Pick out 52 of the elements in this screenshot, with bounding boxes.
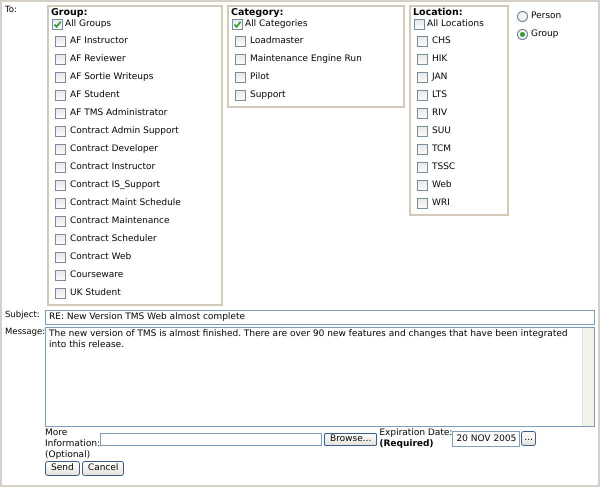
to-label: To: (5, 5, 17, 15)
checkbox-label[interactable]: Support (250, 90, 286, 100)
checkbox-label[interactable]: Contract Maintenance (70, 216, 170, 226)
group-heading: Category: (231, 7, 284, 18)
checkbox-label[interactable]: LTS (432, 90, 447, 100)
checkbox-label[interactable]: Courseware (70, 270, 124, 280)
checkbox-label[interactable]: All Categories (245, 19, 308, 30)
checkbox-label[interactable]: Contract Maint Schedule (70, 198, 181, 208)
group-heading: Group: (51, 7, 88, 18)
checkbox-label[interactable]: Contract Instructor (70, 162, 156, 172)
radio-label[interactable]: Person (531, 10, 562, 22)
checkbox-label[interactable]: Loadmaster (250, 36, 304, 46)
radio-label[interactable]: Group (531, 28, 558, 40)
form-button[interactable]: Cancel (82, 461, 124, 476)
checkbox-label[interactable]: All Groups (65, 19, 112, 30)
checkbox-label[interactable]: UK Student (70, 288, 121, 298)
checkbox-label[interactable]: HIK (432, 54, 448, 64)
checkbox-label[interactable]: CHS (432, 36, 451, 46)
message-label: Message: (5, 327, 46, 337)
message-field[interactable]: The new version of TMS is almost finished. There are over 90 new features and changes that have been integrated into this release. (45, 327, 595, 427)
subject-field[interactable]: RE: New Version TMS Web almost complete (45, 310, 595, 325)
message-text: The new version of TMS is almost finished. There are over 90 new features and changes that have been integrated into this release. (48, 328, 569, 352)
checkbox-label[interactable]: JAN (432, 72, 448, 82)
group-heading: Location: (413, 7, 464, 18)
checkbox-label[interactable]: TSSC (432, 162, 456, 172)
checkbox-label[interactable]: SUU (432, 126, 451, 136)
checkbox-label[interactable]: Contract Admin Support (70, 126, 179, 136)
more-information-label: More Information: (45, 428, 100, 450)
checkbox-label[interactable]: AF Instructor (70, 36, 128, 46)
expiration-date-label: Expiration Date: (379, 428, 452, 439)
checkbox-label[interactable]: Contract Scheduler (70, 234, 157, 244)
checkbox-label[interactable]: WRI (432, 198, 450, 208)
browse-button[interactable]: Browse... (324, 433, 378, 446)
subject-label: Subject: (5, 310, 40, 320)
checkbox-label[interactable]: Web (432, 180, 452, 190)
checkbox-label[interactable]: RIV (432, 108, 448, 118)
date-picker-button[interactable]: ... (521, 431, 536, 446)
checkbox-label[interactable]: Contract Web (70, 252, 132, 262)
checkbox-label[interactable]: AF Sortie Writeups (70, 72, 154, 82)
checkbox-label[interactable]: Maintenance Engine Run (250, 54, 362, 64)
optional-note: (Optional) (45, 450, 92, 460)
required-note: (Required) (379, 438, 435, 450)
checkbox-label[interactable]: All Locations (427, 19, 484, 30)
checkbox-label[interactable]: Pilot (250, 72, 270, 82)
date-field[interactable]: 20 NOV 2005 (452, 431, 520, 447)
checkbox-label[interactable]: TCM (432, 144, 452, 154)
checkbox-label[interactable]: Contract Developer (70, 144, 158, 154)
checkbox-label[interactable]: Contract IS_Support (70, 180, 160, 190)
checkbox-label[interactable]: AF TMS Administrator (70, 108, 168, 118)
checkbox-label[interactable]: AF Student (70, 90, 120, 100)
form-button[interactable]: Send (45, 461, 80, 476)
checkbox-label[interactable]: AF Reviewer (70, 54, 126, 64)
